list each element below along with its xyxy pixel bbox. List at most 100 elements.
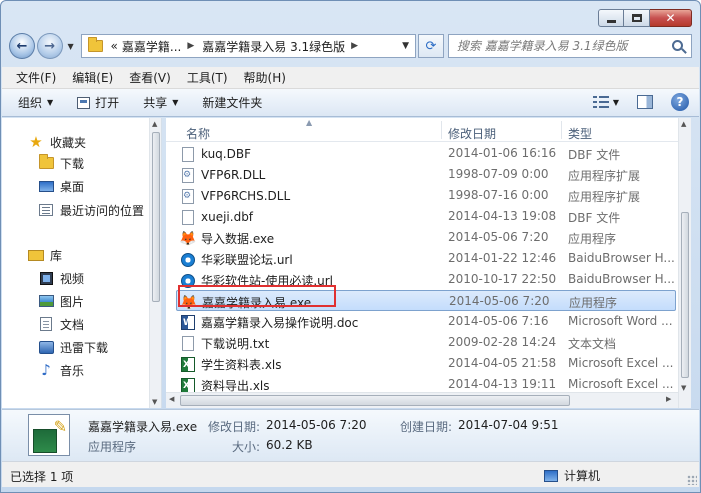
- file-list-vertical-scrollbar[interactable]: ▲ ▼: [678, 118, 691, 408]
- file-name-cell[interactable]: kuq.DBF: [180, 146, 251, 162]
- organize-button[interactable]: 组织 ▼: [18, 94, 53, 111]
- explorer-window: ✕ ← → ▼ « 嘉嘉学籍... ▶ 嘉嘉学籍录入易 3.1绿色版 ▶ ▼ ⟳…: [0, 0, 701, 493]
- file-name-cell[interactable]: W 嘉嘉学籍录入易操作说明.doc: [180, 314, 358, 331]
- minimize-icon: [606, 19, 616, 23]
- nav-scroll-thumb[interactable]: [152, 132, 160, 302]
- scroll-right-icon[interactable]: ▶: [666, 395, 671, 403]
- close-button[interactable]: ✕: [650, 9, 692, 27]
- file-row[interactable]: X 学生资料表.xls 2014-04-05 21:58 Microsoft Exce…: [176, 353, 676, 374]
- file-list: ▲ 名称 修改日期 类型 kuq.DBF 2014-01-06 16:16 DBF …: [166, 118, 691, 408]
- excel-icon: X: [181, 378, 195, 393]
- file-list-scroll-thumb[interactable]: [681, 212, 689, 378]
- search-icon[interactable]: [671, 40, 683, 51]
- scroll-up-icon[interactable]: ▲: [681, 120, 686, 128]
- column-date-modified[interactable]: 修改日期: [448, 125, 496, 142]
- details-pane: 嘉嘉学籍录入易.exe 修改日期: 2014-05-06 7:20 创建日期: …: [2, 409, 699, 461]
- open-button[interactable]: 打开: [77, 94, 119, 111]
- file-type-icon: 🦊: [179, 231, 196, 247]
- details-size-label: 大小:: [232, 440, 261, 454]
- file-type-icon: [180, 336, 196, 352]
- nav-videos[interactable]: 视频: [38, 268, 84, 288]
- file-list-horizontal-scrollbar[interactable]: ◀ ▶: [166, 392, 678, 408]
- file-name-cell[interactable]: 华彩联盟论坛.url: [180, 251, 293, 268]
- menu-file[interactable]: 文件(F): [8, 69, 64, 86]
- nav-documents[interactable]: 文档: [38, 314, 84, 334]
- forward-button[interactable]: →: [36, 33, 63, 59]
- computer-icon: [544, 469, 558, 482]
- horizontal-scroll-thumb[interactable]: [180, 395, 570, 406]
- address-dropdown-icon[interactable]: ▼: [402, 41, 409, 51]
- file-name-cell[interactable]: 🦊 导入数据.exe: [179, 230, 274, 247]
- menu-edit[interactable]: 编辑(E): [64, 69, 121, 86]
- column-separator[interactable]: [561, 121, 562, 139]
- breadcrumb-item-parent[interactable]: 嘉嘉学籍...: [122, 38, 181, 55]
- file-name-cell[interactable]: 下载说明.txt: [180, 335, 269, 352]
- file-name-cell[interactable]: VFP6R.DLL: [180, 167, 265, 183]
- resize-grip[interactable]: [687, 475, 697, 485]
- preview-pane-icon[interactable]: [637, 95, 653, 109]
- file-row[interactable]: xueji.dbf 2014-04-13 19:08 DBF 文件: [176, 206, 676, 227]
- file-row[interactable]: VFP6RCHS.DLL 1998-07-16 0:00 应用程序扩展: [176, 185, 676, 206]
- share-button[interactable]: 共享 ▼: [143, 94, 178, 111]
- recent-pages-dropdown[interactable]: ▼: [65, 42, 77, 51]
- file-name: 嘉嘉学籍录入易操作说明.doc: [201, 316, 359, 330]
- file-row[interactable]: 下载说明.txt 2009-02-28 14:24 文本文档: [176, 332, 676, 353]
- folder-icon: [87, 37, 103, 52]
- nav-favorites[interactable]: ★ 收藏夹: [28, 132, 86, 152]
- breadcrumb-separator-icon[interactable]: ▶: [351, 41, 358, 51]
- file-date-modified: 2014-01-22 12:46: [448, 251, 557, 265]
- excel-icon: X: [181, 357, 195, 372]
- nav-music[interactable]: ♪ 音乐: [38, 360, 84, 380]
- file-row[interactable]: VFP6R.DLL 1998-07-09 0:00 应用程序扩展: [176, 164, 676, 185]
- file-row[interactable]: 🦊 导入数据.exe 2014-05-06 7:20 应用程序: [176, 227, 676, 248]
- nav-desktop[interactable]: 桌面: [38, 176, 84, 196]
- new-folder-button[interactable]: 新建文件夹: [202, 94, 262, 111]
- scroll-left-icon[interactable]: ◀: [169, 395, 174, 403]
- nav-pane-scrollbar[interactable]: ▲ ▼: [149, 118, 161, 408]
- back-button[interactable]: ←: [9, 33, 35, 59]
- file-name: 华彩联盟论坛.url: [201, 253, 293, 267]
- file-type-icon: W: [180, 315, 196, 331]
- status-selection-count: 已选择 1 项: [10, 470, 74, 484]
- forward-arrow-icon: →: [44, 38, 56, 54]
- file-name-cell[interactable]: xueji.dbf: [180, 209, 253, 225]
- video-icon: [39, 271, 53, 285]
- address-bar[interactable]: « 嘉嘉学籍... ▶ 嘉嘉学籍录入易 3.1绿色版 ▶ ▼: [80, 34, 416, 58]
- view-dropdown-icon[interactable]: ▼: [613, 98, 619, 107]
- column-separator[interactable]: [441, 121, 442, 139]
- breadcrumb-separator-icon[interactable]: ▶: [187, 41, 194, 51]
- menu-help[interactable]: 帮助(H): [236, 69, 294, 86]
- minimize-button[interactable]: [598, 9, 624, 27]
- file-name-cell[interactable]: X 学生资料表.xls: [180, 356, 282, 373]
- file-row[interactable]: kuq.DBF 2014-01-06 16:16 DBF 文件: [176, 143, 676, 164]
- desktop-icon: [38, 180, 54, 192]
- file-row[interactable]: 华彩联盟论坛.url 2014-01-22 12:46 BaiduBrowser H…: [176, 248, 676, 269]
- document-icon: [40, 317, 52, 331]
- nav-pictures[interactable]: 图片: [38, 291, 84, 311]
- nav-libraries[interactable]: 库: [28, 245, 62, 265]
- refresh-button[interactable]: ⟳: [418, 34, 444, 58]
- maximize-button[interactable]: [624, 9, 650, 27]
- search-box[interactable]: [447, 34, 692, 58]
- column-name[interactable]: 名称: [186, 125, 210, 142]
- file-row[interactable]: W 嘉嘉学籍录入易操作说明.doc 2014-05-06 7:16 Microsoft…: [176, 311, 676, 332]
- scroll-down-icon[interactable]: ▼: [152, 398, 157, 406]
- nav-recent-label: 最近访问的位置: [60, 203, 145, 218]
- nav-recent-places[interactable]: 最近访问的位置: [38, 200, 144, 220]
- column-type[interactable]: 类型: [568, 125, 592, 142]
- nav-xunlei-downloads[interactable]: 迅雷下载: [38, 337, 108, 357]
- file-name-cell[interactable]: VFP6RCHS.DLL: [180, 188, 290, 204]
- nav-downloads[interactable]: 下载: [38, 153, 84, 173]
- breadcrumb-prefix[interactable]: «: [111, 39, 118, 53]
- search-input[interactable]: [456, 39, 667, 53]
- menu-tools[interactable]: 工具(T): [179, 69, 236, 86]
- scroll-down-icon[interactable]: ▼: [681, 384, 686, 392]
- view-options-icon[interactable]: [592, 95, 609, 109]
- open-icon: [77, 96, 91, 109]
- file-type-icon: [180, 188, 196, 204]
- file-name: 下载说明.txt: [201, 337, 270, 351]
- menu-view[interactable]: 查看(V): [121, 69, 179, 86]
- help-icon[interactable]: ?: [671, 93, 689, 111]
- scroll-up-icon[interactable]: ▲: [152, 120, 157, 128]
- breadcrumb-item-current[interactable]: 嘉嘉学籍录入易 3.1绿色版: [202, 38, 345, 55]
